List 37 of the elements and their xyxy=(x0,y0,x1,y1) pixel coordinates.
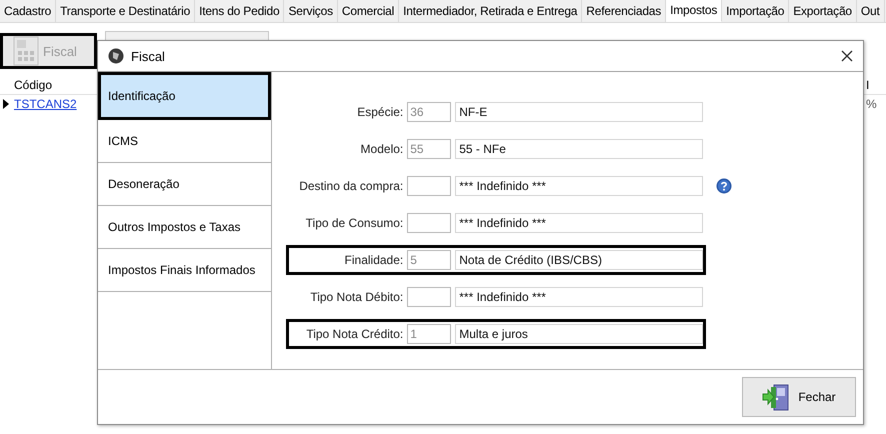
description-field[interactable]: 55 - NFe xyxy=(455,139,703,159)
table-cell-text: % xyxy=(866,97,878,111)
field-label: Tipo Nota Crédito: xyxy=(305,327,404,341)
code-field[interactable]: 36 xyxy=(407,102,452,122)
code-field[interactable]: 1 xyxy=(407,324,452,344)
nav-item[interactable]: Impostos Finais Informados xyxy=(98,249,271,292)
field-label: Modelo: xyxy=(360,142,404,156)
calculator-icon xyxy=(13,36,39,66)
code-field[interactable] xyxy=(407,176,452,196)
field-label: Finalidade: xyxy=(344,253,404,267)
code-field[interactable]: 55 xyxy=(407,139,452,159)
close-button[interactable]: Fechar xyxy=(742,377,856,417)
description-field[interactable]: *** Indefinido *** xyxy=(455,287,703,307)
field-label: Espécie: xyxy=(356,105,404,119)
code-field[interactable] xyxy=(407,213,452,233)
description-field[interactable]: *** Indefinido *** xyxy=(455,213,703,233)
field-label: Destino da compra: xyxy=(298,179,404,193)
nav-item[interactable]: ICMS xyxy=(98,120,271,163)
tab[interactable]: Impostos xyxy=(666,0,722,22)
app-icon xyxy=(108,48,124,64)
code-field[interactable] xyxy=(407,287,452,307)
field-label: Tipo Nota Débito: xyxy=(309,290,404,304)
description-field[interactable]: Multa e juros xyxy=(455,324,703,344)
code-link[interactable]: TSTCANS2 xyxy=(12,97,94,111)
column-header: Código xyxy=(13,78,54,92)
code-field[interactable]: 5 xyxy=(407,250,452,270)
nav-item[interactable]: Outros Impostos e Taxas xyxy=(98,206,271,249)
description-field[interactable]: Nota de Crédito (IBS/CBS) xyxy=(455,250,703,270)
nav-item[interactable]: Identificação xyxy=(98,72,271,120)
description-field[interactable]: NF-E xyxy=(455,102,703,122)
dialog-title: Fiscal xyxy=(131,48,165,64)
nav-item[interactable]: Desoneração xyxy=(98,163,271,206)
close-icon[interactable] xyxy=(841,50,853,62)
description-field[interactable]: *** Indefinido *** xyxy=(455,176,703,196)
column-header: I xyxy=(866,78,870,92)
field-label: Tipo de Consumo: xyxy=(304,216,404,230)
help-icon[interactable] xyxy=(716,178,732,194)
